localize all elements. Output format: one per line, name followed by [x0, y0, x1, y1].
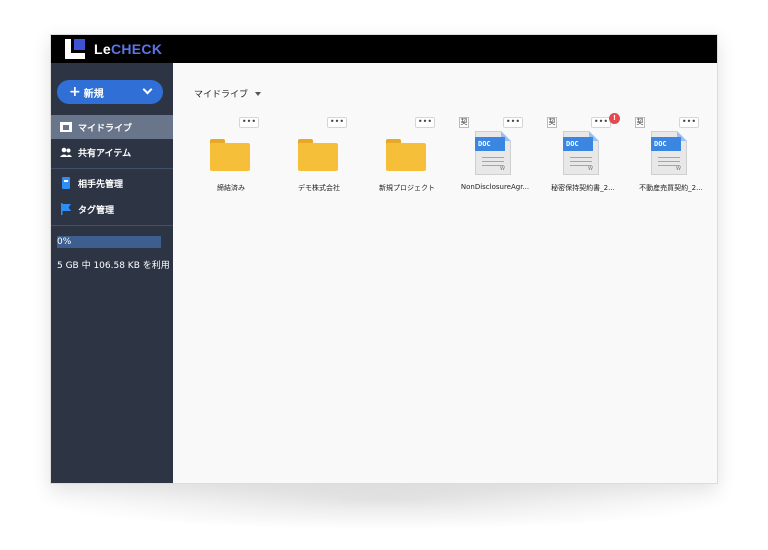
logo-icon: [65, 39, 85, 59]
doc-file-icon: DOC W: [651, 131, 687, 175]
file-name: 不動産売買契約_2...: [639, 184, 703, 192]
file-tile-doc[interactable]: 契 ••• ! DOC W 秘密保持契約書_2...: [543, 113, 623, 199]
main-content: マイドライブ ••• 締結済み ••• デモ株式会社 ••• 新規プロジェクト …: [173, 63, 717, 483]
more-options-button[interactable]: •••: [679, 117, 699, 128]
sidebar-item-label: 共有アイテム: [78, 148, 132, 159]
storage-progress-bar: [57, 236, 161, 248]
caret-down-icon: [255, 91, 262, 96]
drive-icon: [60, 121, 72, 133]
sidebar: + 新規 マイドライブ 共有アイテム 相手先管理 タグ管理 0% 5 GB 中 …: [51, 63, 173, 483]
more-options-button[interactable]: •••: [415, 117, 435, 128]
sidebar-item-partners[interactable]: 相手先管理: [51, 171, 173, 195]
new-button-label: 新規: [83, 88, 104, 100]
logo-text: LeCHECK: [94, 41, 163, 57]
folder-icon: [298, 139, 338, 171]
sidebar-divider: [51, 168, 173, 169]
file-tile-folder[interactable]: ••• 締結済み: [191, 117, 271, 199]
sidebar-item-label: タグ管理: [78, 205, 115, 216]
chevron-down-icon[interactable]: [142, 84, 153, 95]
file-tile-folder[interactable]: ••• 新規プロジェクト: [367, 117, 447, 199]
doc-file-icon: DOC W: [563, 131, 599, 175]
storage-percent: 0%: [57, 237, 72, 247]
sidebar-divider: [51, 225, 173, 226]
file-tile-folder[interactable]: ••• デモ株式会社: [279, 117, 359, 199]
file-name: 新規プロジェクト: [379, 184, 435, 192]
breadcrumb-label: マイドライブ: [194, 90, 249, 100]
file-name: デモ株式会社: [298, 184, 340, 192]
header-bar: LeCHECK: [51, 35, 717, 63]
flag-icon: [60, 203, 72, 215]
file-name: NonDisclosureAgr...: [460, 183, 530, 191]
more-options-button[interactable]: •••: [239, 117, 259, 128]
sidebar-item-shared[interactable]: 共有アイテム: [51, 140, 173, 164]
file-name: 締結済み: [217, 184, 245, 192]
folder-icon: [386, 139, 426, 171]
sidebar-item-label: 相手先管理: [78, 179, 124, 190]
breadcrumb[interactable]: マイドライブ: [194, 87, 262, 100]
address-book-icon: [60, 177, 72, 189]
folder-icon: [210, 139, 250, 171]
storage-usage-text: 5 GB 中 106.58 KB を利用: [57, 261, 170, 271]
sidebar-item-label: マイドライブ: [78, 123, 133, 134]
doc-file-icon: DOC W: [475, 131, 511, 175]
contract-badge: 契: [459, 117, 469, 128]
file-tile-doc[interactable]: 契 ••• DOC W 不動産売買契約_2...: [631, 117, 711, 199]
sidebar-item-my-drive[interactable]: マイドライブ: [51, 115, 173, 139]
people-icon: [60, 146, 72, 158]
sidebar-item-tags[interactable]: タグ管理: [51, 197, 173, 221]
app-window: LeCHECK + 新規 マイドライブ 共有アイテム 相手先管理 タグ管理 0%…: [50, 34, 718, 484]
file-tile-doc[interactable]: 契 ••• DOC W NonDisclosureAgr...: [455, 117, 535, 199]
more-options-button[interactable]: •••: [503, 117, 523, 128]
plus-icon: +: [69, 84, 81, 100]
more-options-button[interactable]: •••: [591, 117, 611, 128]
contract-badge: 契: [635, 117, 645, 128]
contract-badge: 契: [547, 117, 557, 128]
file-name: 秘密保持契約書_2...: [551, 184, 615, 192]
new-button[interactable]: + 新規: [57, 80, 163, 104]
more-options-button[interactable]: •••: [327, 117, 347, 128]
alert-icon: !: [609, 113, 620, 124]
